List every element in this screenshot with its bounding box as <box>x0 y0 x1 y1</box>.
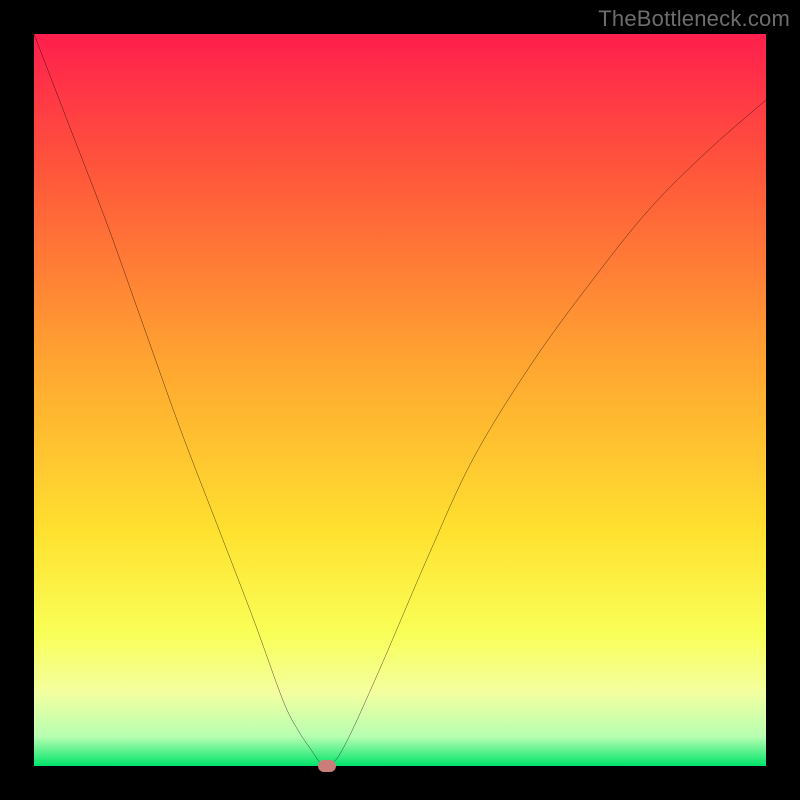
minimum-marker <box>318 760 336 772</box>
watermark-text: TheBottleneck.com <box>598 6 790 32</box>
curve-line <box>34 34 766 766</box>
chart-frame: TheBottleneck.com <box>0 0 800 800</box>
plot-area <box>34 34 766 766</box>
